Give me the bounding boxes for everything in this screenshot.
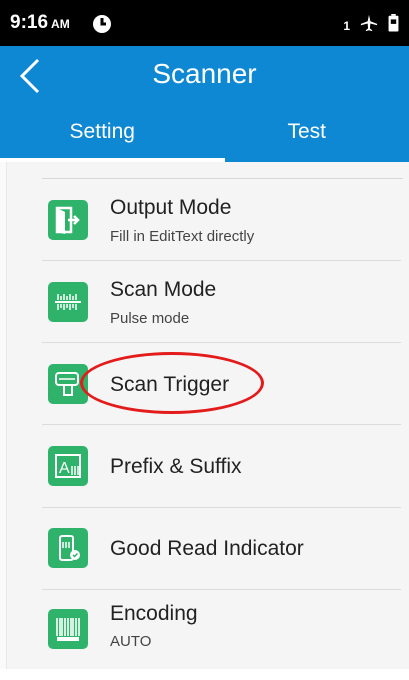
status-time: 9:16AM [10,12,70,34]
list-item-good-read-indicator[interactable]: Good Read Indicator [0,508,409,590]
sim-indicator: 1 [343,19,350,33]
battery-icon [388,14,399,37]
item-title: Prefix & Suffix [110,455,242,479]
item-subtitle: Pulse mode [110,310,189,327]
page-title: Scanner [0,58,409,90]
scan-mode-icon [48,282,88,322]
item-subtitle: AUTO [110,633,151,650]
list-divider [42,260,401,261]
tab-test[interactable]: Test [205,108,409,162]
tab-bar: Setting Test [0,108,409,162]
encoding-icon [48,609,88,649]
list-item-encoding[interactable]: Encoding AUTO [0,598,409,680]
list-divider [42,424,401,425]
status-right: 1 [343,14,399,37]
item-title: Scan Mode [110,278,216,302]
output-mode-icon [48,200,88,240]
status-time-value: 9:16 [10,12,48,33]
list-divider [42,342,401,343]
svg-text:A: A [59,460,70,477]
prefix-suffix-icon: A [48,446,88,486]
status-bar: 9:16AM 1 [0,0,409,46]
list-divider [42,589,401,590]
item-title: Good Read Indicator [110,537,304,561]
tab-setting-label: Setting [70,120,135,143]
status-app-icon [92,14,112,34]
tab-test-label: Test [287,120,326,143]
settings-list: Output Mode Fill in EditText directly Sc… [0,162,409,669]
tab-setting[interactable]: Setting [0,108,205,162]
list-item-prefix-suffix[interactable]: A Prefix & Suffix [0,426,409,508]
list-divider [42,178,403,179]
item-title: Encoding [110,602,198,626]
good-read-indicator-icon [48,528,88,568]
status-ampm: AM [51,17,70,31]
airplane-mode-icon [360,14,378,37]
app-bar: Scanner Setting Test [0,46,409,162]
highlight-annotation [80,352,264,414]
item-subtitle: Fill in EditText directly [110,228,254,245]
item-title: Output Mode [110,196,231,220]
